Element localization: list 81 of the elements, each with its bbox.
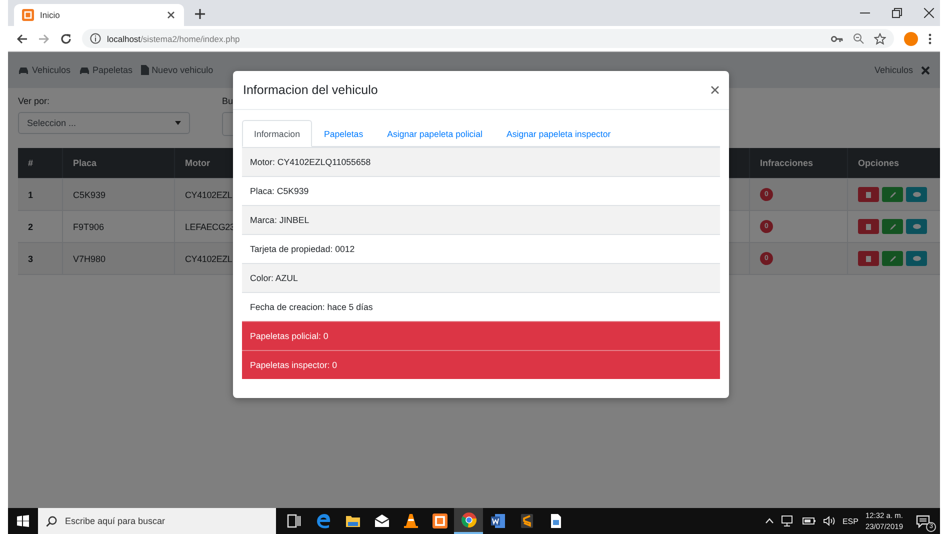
nav-link[interactable]: Nuevo vehiculo bbox=[140, 65, 214, 75]
address-field[interactable]: localhost/sistema2/home/index.php bbox=[82, 29, 894, 48]
task-view-icon bbox=[286, 513, 302, 529]
info-row: Motor: CY4102EZLQ11055658 bbox=[242, 147, 720, 176]
search-field[interactable]: Escribe aquí para buscar bbox=[38, 508, 276, 534]
language-indicator[interactable]: ESP bbox=[842, 516, 858, 526]
modal-title: Informacion del vehiculo bbox=[243, 83, 378, 97]
folder-icon bbox=[344, 513, 360, 529]
tab[interactable]: Informacion bbox=[242, 120, 312, 147]
column-header: Infracciones bbox=[750, 148, 848, 178]
battery-icon[interactable] bbox=[802, 516, 816, 526]
search-icon bbox=[46, 516, 57, 526]
column-header: Opciones bbox=[848, 148, 940, 178]
column-header: # bbox=[18, 148, 63, 178]
column-header: Placa bbox=[63, 148, 175, 178]
browser-tab[interactable]: Inicio bbox=[14, 4, 184, 26]
avatar-icon[interactable] bbox=[904, 32, 918, 46]
star-icon[interactable] bbox=[874, 32, 886, 44]
notification-icon[interactable] bbox=[916, 514, 930, 528]
eye-icon bbox=[912, 224, 920, 229]
filter-label: Ver por: bbox=[18, 96, 51, 106]
delete-button[interactable] bbox=[858, 251, 879, 266]
filter-label: Bu bbox=[222, 96, 234, 106]
caret-icon bbox=[175, 121, 181, 125]
plus-icon[interactable] bbox=[194, 8, 206, 20]
pencil-icon bbox=[890, 224, 896, 230]
car-icon bbox=[78, 66, 90, 74]
info-row: Color: AZUL bbox=[242, 263, 720, 292]
tab[interactable]: Asignar papeleta policial bbox=[375, 120, 494, 147]
close-icon[interactable] bbox=[711, 86, 719, 94]
table-cell: 3 bbox=[18, 243, 63, 274]
speaker-icon[interactable] bbox=[823, 516, 836, 526]
eye-icon bbox=[912, 256, 920, 261]
info-row: Marca: JINBEL bbox=[242, 205, 720, 234]
url-host: localhost bbox=[107, 34, 141, 44]
trash-icon bbox=[866, 224, 871, 230]
delete-button[interactable] bbox=[858, 187, 879, 202]
network-icon[interactable] bbox=[781, 515, 796, 527]
favicon-icon bbox=[22, 9, 34, 21]
back-icon[interactable] bbox=[16, 32, 28, 44]
zoom-icon[interactable] bbox=[853, 33, 864, 44]
envelope-icon bbox=[374, 513, 390, 529]
sublime-icon bbox=[518, 513, 534, 529]
info-row: Papeletas inspector: 0 bbox=[242, 350, 720, 379]
trash-icon bbox=[866, 256, 871, 262]
close-icon[interactable] bbox=[924, 8, 934, 18]
filter-select[interactable]: Seleccion ... bbox=[18, 112, 190, 134]
tab-title: Inicio bbox=[40, 10, 60, 20]
table-cell: F9T906 bbox=[63, 211, 175, 242]
menu-icon[interactable] bbox=[928, 32, 932, 44]
traffic-cone-icon bbox=[402, 513, 418, 529]
nav-link[interactable]: Vehiculos bbox=[874, 65, 913, 75]
edge-icon bbox=[316, 513, 332, 529]
file-icon bbox=[140, 65, 149, 75]
close-icon[interactable] bbox=[166, 10, 176, 20]
pencil-icon bbox=[890, 256, 896, 262]
reload-icon[interactable] bbox=[60, 32, 72, 44]
info-row: Papeletas policial: 0 bbox=[242, 321, 720, 350]
delete-button[interactable] bbox=[858, 219, 879, 234]
chrome-icon bbox=[460, 512, 476, 528]
pencil-icon bbox=[890, 192, 896, 198]
table-cell: C5K939 bbox=[63, 179, 175, 210]
taskbar-app[interactable] bbox=[454, 508, 483, 534]
windows-icon bbox=[17, 515, 29, 527]
chevron-up-icon[interactable] bbox=[765, 518, 774, 524]
tab[interactable]: Asignar papeleta inspector bbox=[494, 120, 623, 147]
nav-link[interactable]: Vehiculos bbox=[18, 65, 71, 75]
table-cell: V7H980 bbox=[63, 243, 175, 274]
word-icon bbox=[490, 513, 506, 529]
table-cell: 1 bbox=[18, 179, 63, 210]
eye-icon bbox=[912, 192, 920, 197]
tab[interactable]: Papeletas bbox=[312, 120, 376, 147]
xampp-icon bbox=[432, 513, 448, 529]
url-path: /sistema2/home/index.php bbox=[140, 34, 240, 44]
info-icon bbox=[90, 33, 101, 44]
trash-icon bbox=[866, 192, 871, 198]
table-cell: 2 bbox=[18, 211, 63, 242]
car-icon bbox=[18, 66, 29, 74]
restore-icon[interactable] bbox=[892, 8, 902, 18]
nav-link[interactable]: Papeletas bbox=[78, 65, 133, 75]
key-icon[interactable] bbox=[831, 34, 843, 42]
